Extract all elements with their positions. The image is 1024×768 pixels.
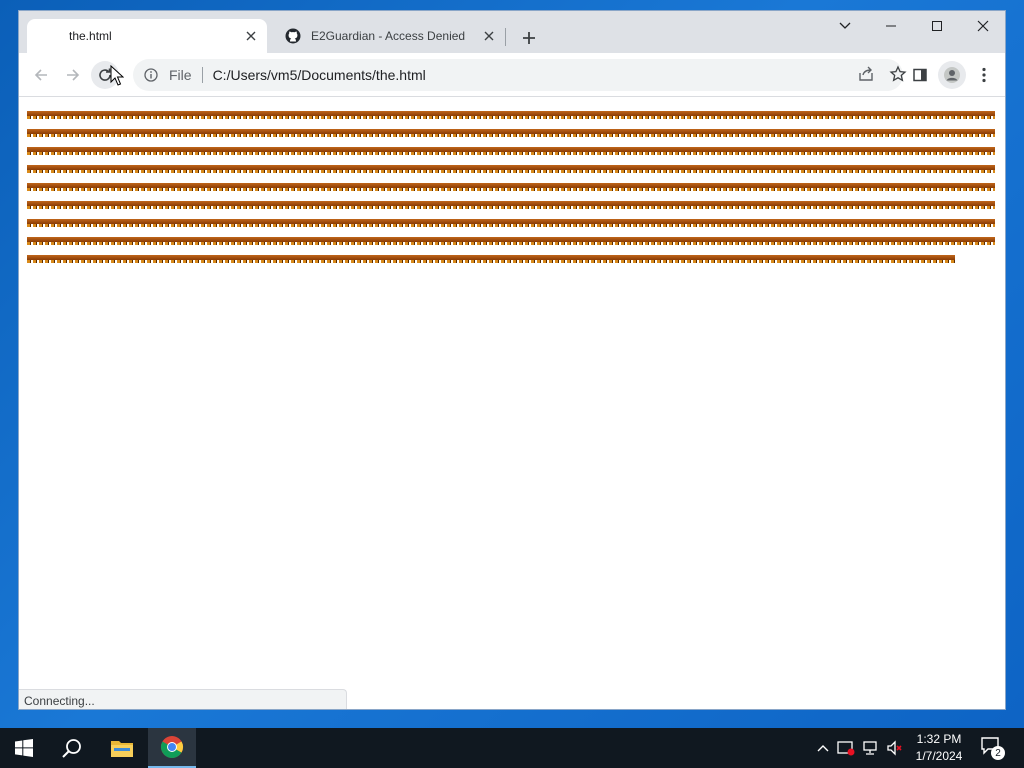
- status-bubble: Connecting...: [19, 689, 347, 709]
- tab-e2guardian[interactable]: E2Guardian - Access Denied: [269, 19, 505, 53]
- notification-count-badge: 2: [991, 746, 1005, 760]
- broken-image-strip: [27, 129, 995, 137]
- network-icon[interactable]: [861, 738, 881, 758]
- arrow-right-icon: [67, 69, 80, 81]
- minimize-button[interactable]: [868, 11, 914, 41]
- address-bar[interactable]: File C:/Users/vm5/Documents/the.html: [133, 59, 907, 91]
- side-panel-icon: [913, 68, 927, 82]
- security-tray-icon[interactable]: [836, 738, 856, 758]
- start-button[interactable]: [0, 728, 48, 768]
- url-scheme-label: File: [169, 67, 192, 83]
- file-explorer-button[interactable]: [98, 728, 146, 768]
- maximize-icon: [932, 21, 942, 31]
- chrome-taskbar-button[interactable]: [148, 728, 196, 768]
- maximize-button[interactable]: [914, 11, 960, 41]
- close-tab-icon[interactable]: [479, 26, 499, 46]
- tab-separator: [505, 28, 506, 46]
- chrome-icon: [161, 736, 183, 758]
- tab-title: E2Guardian - Access Denied: [311, 29, 466, 43]
- broken-image-strip: [27, 183, 995, 191]
- page-viewport: Connecting...: [19, 97, 1005, 709]
- broken-image-strip: [27, 147, 995, 155]
- broken-image-strip: [27, 165, 995, 173]
- close-icon: [977, 20, 989, 32]
- broken-image-strip: [27, 255, 955, 263]
- arrow-left-icon: [34, 69, 47, 81]
- broken-image-strip: [27, 201, 995, 209]
- forward-button[interactable]: [59, 61, 87, 89]
- chevron-up-icon: [817, 745, 829, 752]
- mouse-cursor-icon: [110, 65, 124, 86]
- profile-button[interactable]: [938, 61, 966, 89]
- side-panel-button[interactable]: [906, 61, 934, 89]
- browser-toolbar: File C:/Users/vm5/Documents/the.html: [19, 53, 1005, 97]
- plus-icon: [523, 32, 535, 44]
- tab-strip: the.html E2Guardian - Access Denied: [19, 11, 1005, 53]
- close-tab-icon[interactable]: [241, 26, 261, 46]
- volume-muted-icon[interactable]: [885, 738, 905, 758]
- url-text[interactable]: C:/Users/vm5/Documents/the.html: [213, 67, 426, 83]
- taskbar: 1:32 PM 1/7/2024 2: [0, 728, 1024, 768]
- file-explorer-icon: [111, 741, 133, 757]
- search-icon: [62, 739, 81, 758]
- clock-time: 1:32 PM: [916, 732, 962, 746]
- blank-page-icon: [43, 28, 59, 44]
- broken-image-strip: [27, 111, 995, 119]
- menu-button[interactable]: [970, 61, 998, 89]
- back-button[interactable]: [27, 61, 55, 89]
- close-window-button[interactable]: [960, 11, 1005, 41]
- chevron-down-icon: [839, 22, 851, 29]
- search-button[interactable]: [48, 728, 96, 768]
- tab-the-html[interactable]: the.html: [27, 19, 267, 53]
- avatar-icon: [944, 67, 960, 83]
- clock-date: 1/7/2024: [915, 749, 963, 763]
- omnibox-divider: [201, 67, 203, 83]
- broken-image-strip: [27, 219, 995, 227]
- action-center-button[interactable]: 2: [980, 736, 1005, 760]
- kebab-menu-icon: [982, 67, 986, 83]
- broken-image-strip: [27, 237, 995, 245]
- minimize-icon: [886, 25, 896, 27]
- info-icon[interactable]: [141, 65, 161, 85]
- show-hidden-icons-button[interactable]: [813, 738, 833, 758]
- github-icon: [285, 28, 301, 44]
- share-icon[interactable]: [857, 65, 877, 85]
- tab-title: the.html: [69, 29, 112, 43]
- tab-search-button[interactable]: [822, 11, 868, 41]
- windows-start-icon: [15, 739, 33, 757]
- browser-window: the.html E2Guardian - Access Denied File…: [18, 10, 1006, 710]
- system-clock[interactable]: 1:32 PM 1/7/2024: [908, 731, 970, 765]
- new-tab-button[interactable]: [515, 24, 543, 52]
